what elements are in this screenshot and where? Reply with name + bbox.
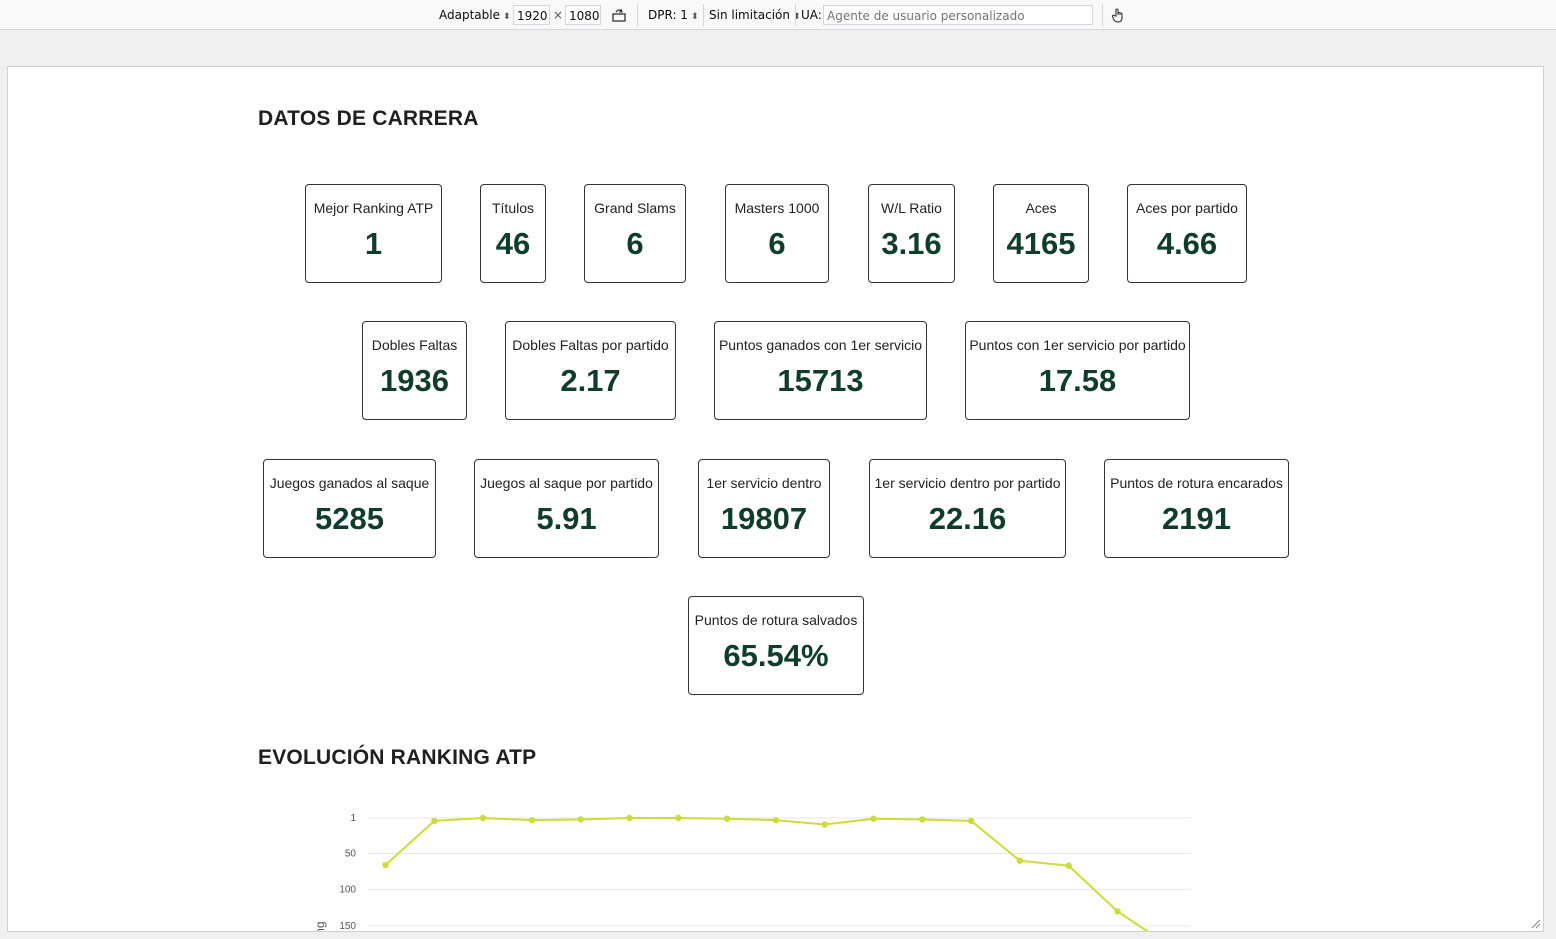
stat-label: Aces	[1025, 200, 1057, 216]
ranking-chart: 150100150nking	[8, 767, 1543, 932]
data-point[interactable]	[431, 817, 438, 825]
stat-value: 46	[495, 226, 531, 261]
stat-value: 6	[626, 226, 644, 261]
y-tick-label: 50	[345, 848, 357, 859]
stat-label: W/L Ratio	[881, 200, 942, 216]
ua-label: UA:	[801, 8, 822, 22]
data-point[interactable]	[870, 815, 877, 822]
series-line	[384, 816, 1149, 931]
stat-card-service-games-per-match: Juegos al saque por partido 5.91	[474, 459, 659, 558]
stat-card-grand-slams: Grand Slams 6	[584, 184, 686, 283]
stat-label: 1er servicio dentro	[706, 475, 822, 491]
resize-grip-icon[interactable]	[1529, 917, 1541, 929]
toolbar-separator	[703, 4, 704, 26]
ranking-chart-svg: 150100150nking	[313, 813, 1191, 932]
stat-value: 4.66	[1156, 226, 1218, 261]
stat-card-best-ranking: Mejor Ranking ATP 1	[305, 184, 442, 283]
page-viewport: DATOS DE CARRERA Mejor Ranking ATP 1 Tít…	[7, 66, 1544, 932]
stat-value: 19807	[720, 501, 808, 536]
stat-value: 2.17	[560, 363, 621, 398]
stat-card-service-games-won: Juegos ganados al saque 5285	[263, 459, 436, 558]
stat-value: 2191	[1162, 501, 1231, 536]
data-point[interactable]	[479, 814, 487, 822]
stat-value: 5.91	[536, 501, 597, 536]
stat-card-first-serve-in: 1er servicio dentro 19807	[698, 459, 830, 558]
throttle-select[interactable]: Sin limitación	[709, 0, 801, 30]
stat-value: 5285	[315, 501, 384, 536]
data-point[interactable]	[382, 861, 389, 869]
stat-label: Mejor Ranking ATP	[313, 200, 434, 216]
data-point[interactable]	[919, 816, 926, 823]
stat-label: Aces por partido	[1136, 200, 1238, 216]
data-point[interactable]	[1065, 862, 1072, 869]
stat-label: Puntos de rotura encarados	[1110, 475, 1283, 491]
dpr-select[interactable]: DPR: 1	[648, 0, 698, 30]
stat-card-double-faults: Dobles Faltas 1936	[362, 321, 467, 420]
career-title: DATOS DE CARRERA	[258, 107, 479, 130]
data-point[interactable]	[675, 814, 682, 822]
stat-card-wl-ratio: W/L Ratio 3.16	[868, 184, 955, 283]
stat-label: Dobles Faltas por partido	[512, 337, 669, 353]
data-point[interactable]	[821, 821, 828, 828]
data-point[interactable]	[1114, 908, 1121, 915]
data-point[interactable]	[723, 815, 731, 822]
stat-card-double-faults-per-match: Dobles Faltas por partido 2.17	[505, 321, 676, 420]
data-point[interactable]	[1016, 857, 1024, 864]
stat-value: 6	[768, 226, 786, 261]
user-agent-input[interactable]: Agente de usuario personalizado	[823, 5, 1093, 25]
y-tick-label: 150	[339, 921, 356, 932]
stat-card-masters: Masters 1000 6	[725, 184, 829, 283]
dimension-separator: ×	[553, 8, 564, 22]
stat-value: 17.58	[1038, 363, 1117, 398]
stat-value: 1	[364, 226, 383, 261]
stat-value: 15713	[777, 363, 864, 398]
stat-label: Puntos ganados con 1er servicio	[718, 337, 923, 353]
stat-value: 65.54%	[723, 638, 829, 673]
stat-card-first-serve-in-per-match: 1er servicio dentro por partido 22.16	[869, 459, 1066, 558]
stat-label: Puntos de rotura salvados	[694, 612, 858, 628]
device-select[interactable]: Adaptable	[439, 0, 511, 30]
stat-label: Puntos con 1er servicio por partido	[969, 337, 1186, 353]
data-point[interactable]	[528, 816, 536, 824]
width-input[interactable]: 1920	[513, 5, 550, 25]
stat-value: 3.16	[881, 226, 942, 261]
data-point[interactable]	[772, 816, 780, 824]
data-point[interactable]	[626, 814, 633, 822]
toolbar-separator	[1102, 4, 1103, 26]
stat-value: 4165	[1006, 226, 1076, 261]
stat-card-break-points-faced: Puntos de rotura encarados 2191	[1104, 459, 1289, 558]
toolbar-separator	[795, 4, 796, 26]
toolbar-separator	[637, 4, 638, 26]
stat-label: Grand Slams	[594, 200, 676, 216]
stat-card-break-points-saved: Puntos de rotura salvados 65.54%	[688, 596, 864, 695]
stat-label: Juegos ganados al saque	[269, 475, 430, 491]
stat-card-titles: Títulos 46	[480, 184, 546, 283]
y-tick-label: 1	[350, 813, 356, 824]
stat-label: Títulos	[491, 200, 534, 216]
height-input[interactable]: 1080	[565, 5, 601, 25]
stat-label: Masters 1000	[734, 200, 820, 216]
stat-value: 22.16	[928, 501, 1007, 536]
responsive-toolbar: Adaptable 1920 × 1080 DPR: 1 Sin limitac…	[0, 0, 1556, 30]
data-point[interactable]	[967, 817, 975, 825]
y-axis-label: nking	[313, 921, 327, 932]
stat-label: Dobles Faltas	[371, 337, 458, 353]
rotate-icon[interactable]	[611, 7, 627, 23]
stat-label: Juegos al saque por partido	[480, 475, 653, 491]
y-tick-label: 100	[339, 885, 356, 896]
stat-card-aces: Aces 4165	[993, 184, 1089, 283]
stat-value: 1936	[380, 363, 449, 398]
stat-card-aces-per-match: Aces por partido 4.66	[1127, 184, 1247, 283]
stat-card-first-serve-points: Puntos ganados con 1er servicio 15713	[714, 321, 927, 420]
touch-simulation-icon[interactable]	[1110, 7, 1126, 23]
stat-card-first-serve-points-per-match: Puntos con 1er servicio por partido 17.5…	[965, 321, 1190, 420]
data-point[interactable]	[577, 816, 584, 823]
stat-label: 1er servicio dentro por partido	[874, 475, 1061, 491]
